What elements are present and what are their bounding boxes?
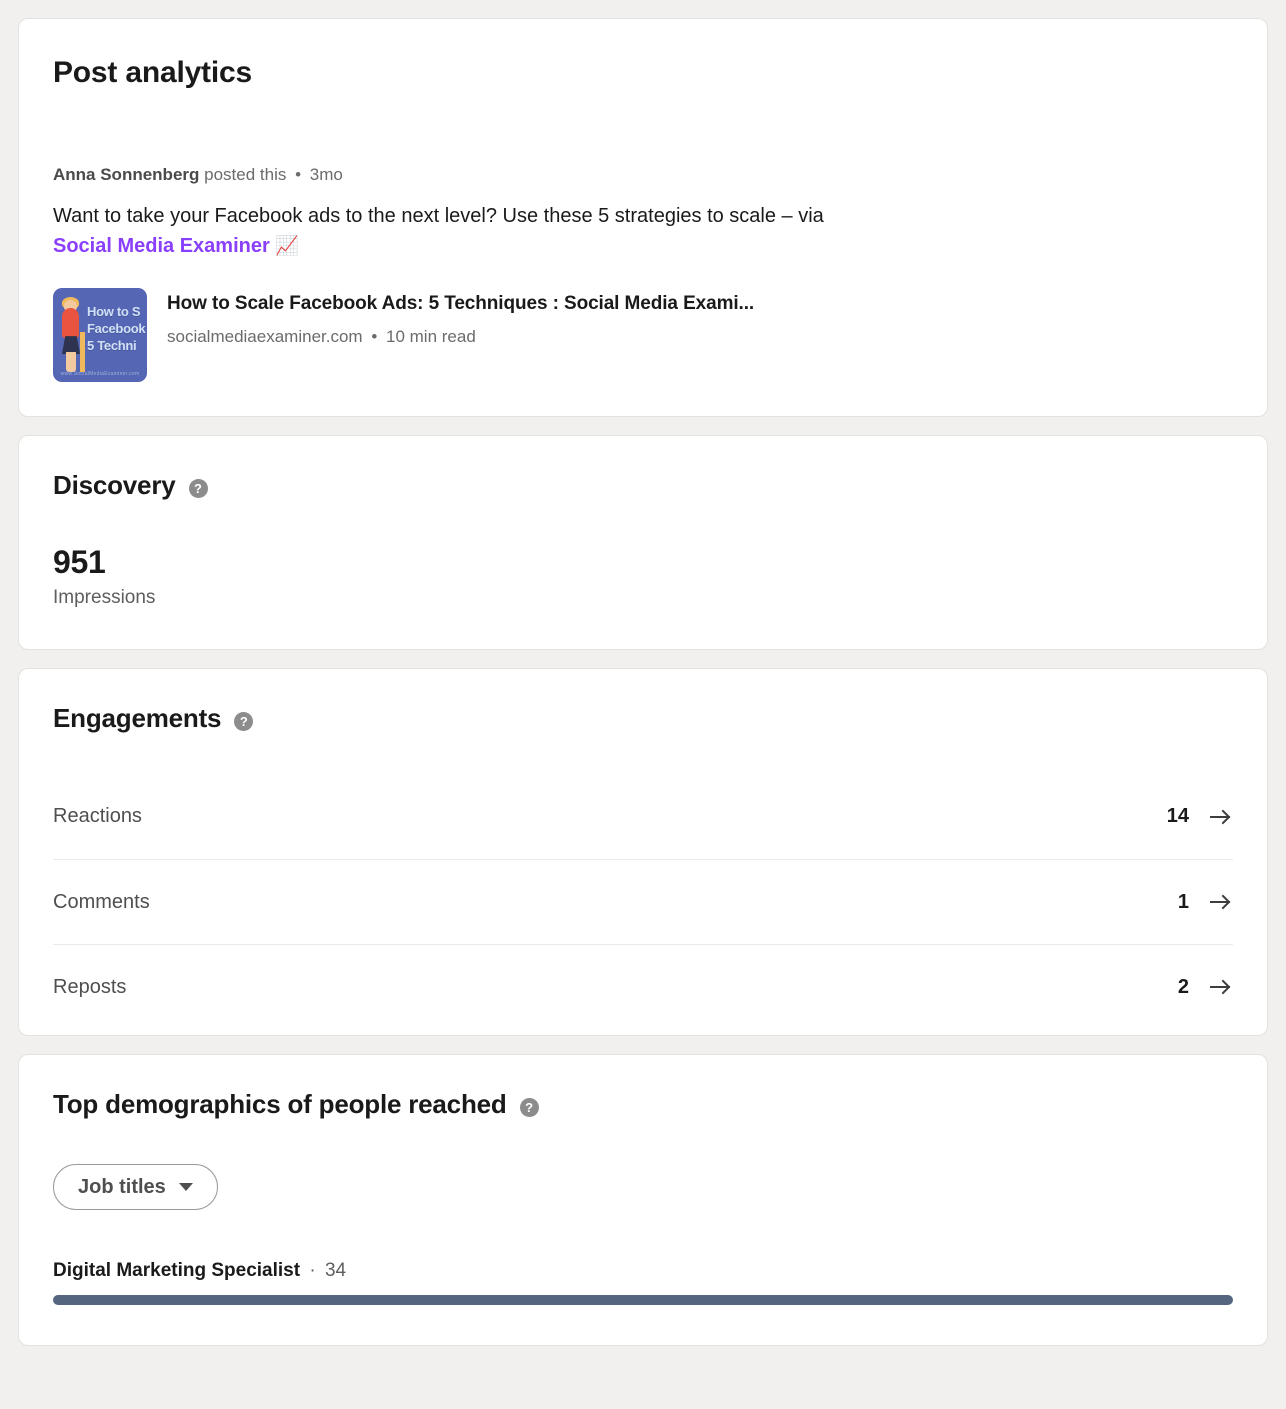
thumbnail-figure-body — [62, 308, 79, 339]
discovery-header: Discovery ? — [53, 470, 1233, 501]
arrow-right-icon[interactable] — [1209, 977, 1233, 997]
link-subtitle-separator: • — [371, 326, 378, 346]
engagement-count: 2 — [1177, 975, 1189, 998]
help-circle-icon[interactable]: ? — [234, 712, 254, 732]
thumbnail-text: How to S Facebook 5 Techni — [87, 304, 146, 354]
post-body-link[interactable]: Social Media Examiner — [53, 235, 270, 257]
page-title: Post analytics — [53, 56, 252, 89]
help-circle-icon[interactable]: ? — [519, 1098, 539, 1118]
post-analytics-page: Post analytics Anna Sonnenberg posted th… — [0, 0, 1286, 1409]
demographics-filter-dropdown[interactable]: Job titles — [53, 1164, 218, 1211]
demographics-filter-label: Job titles — [78, 1175, 166, 1198]
demographics-item-name: Digital Marketing Specialist — [53, 1260, 301, 1282]
post-posted-label: posted this — [204, 165, 287, 184]
demographics-list: Digital Marketing Specialist · 34 — [53, 1260, 1233, 1306]
demographics-bar-track — [53, 1295, 1233, 1306]
post-body: Want to take your Facebook ads to the ne… — [53, 201, 853, 262]
link-preview-domain: socialmediaexaminer.com — [167, 326, 363, 346]
link-preview-title: How to Scale Facebook Ads: 5 Techniques … — [167, 293, 755, 315]
demographics-card: Top demographics of people reached ? Job… — [18, 1054, 1268, 1347]
impressions-value: 951 — [53, 544, 106, 581]
engagement-label: Reposts — [53, 975, 127, 998]
thumbnail-footer-text: www.SocialMediaExaminer.com — [60, 371, 140, 378]
discovery-card: Discovery ? 951 Impressions — [18, 435, 1268, 651]
link-preview-thumbnail: How to S Facebook 5 Techni www.SocialMed… — [53, 288, 147, 383]
link-preview-info: How to Scale Facebook Ads: 5 Techniques … — [167, 288, 754, 347]
engagements-header: Engagements ? — [53, 703, 1233, 734]
engagement-value-group: 1 — [1178, 891, 1233, 914]
link-preview-subtitle: socialmediaexaminer.com • 10 min read — [167, 327, 754, 347]
demographics-item-label: Digital Marketing Specialist · 34 — [53, 1260, 1233, 1282]
thumbnail-figure-legs — [66, 352, 76, 373]
arrow-right-icon[interactable] — [1209, 807, 1233, 827]
post-author: Anna Sonnenberg — [53, 165, 200, 184]
engagements-card: Engagements ? Reactions 14 Comments 1 Re… — [18, 668, 1268, 1037]
post-meta: Anna Sonnenberg posted this • 3mo — [53, 163, 1233, 187]
engagement-label: Reactions — [53, 805, 142, 828]
impressions-label: Impressions — [53, 587, 156, 609]
link-preview-card[interactable]: How to S Facebook 5 Techni www.SocialMed… — [53, 288, 1233, 383]
demographics-item: Digital Marketing Specialist · 34 — [53, 1260, 1233, 1306]
engagement-row-reactions[interactable]: Reactions 14 — [53, 774, 1233, 859]
engagement-label: Comments — [53, 890, 150, 913]
demographics-item-value: 34 — [324, 1260, 347, 1282]
engagement-count: 14 — [1166, 805, 1189, 828]
chart-increasing-emoji-icon: 📈 — [275, 236, 299, 258]
engagement-value-group: 2 — [1178, 976, 1233, 999]
demographics-title: Top demographics of people reached — [53, 1089, 507, 1120]
discovery-title: Discovery — [53, 470, 176, 501]
demographics-header: Top demographics of people reached ? — [53, 1089, 1233, 1120]
thumbnail-pole-shape — [80, 332, 85, 373]
demographics-bar-fill — [53, 1295, 1233, 1306]
engagement-count: 1 — [1177, 890, 1189, 913]
arrow-right-icon[interactable] — [1209, 892, 1233, 912]
post-summary-card: Post analytics Anna Sonnenberg posted th… — [18, 18, 1268, 418]
link-preview-readtime: 10 min read — [386, 326, 476, 346]
impressions-metric: 951 Impressions — [53, 544, 1233, 609]
chevron-down-icon — [178, 1183, 193, 1192]
engagement-row-reposts[interactable]: Reposts 2 — [53, 944, 1233, 1029]
engagements-title: Engagements — [53, 703, 222, 734]
help-circle-icon[interactable]: ? — [188, 479, 208, 499]
demographics-separator: · — [309, 1260, 316, 1282]
engagement-row-comments[interactable]: Comments 1 — [53, 859, 1233, 944]
post-age: 3mo — [309, 165, 343, 184]
engagements-list: Reactions 14 Comments 1 Reposts 2 — [53, 774, 1233, 1029]
engagement-value-group: 14 — [1167, 805, 1233, 828]
meta-separator: • — [295, 165, 302, 184]
post-body-text: Want to take your Facebook ads to the ne… — [53, 204, 824, 227]
